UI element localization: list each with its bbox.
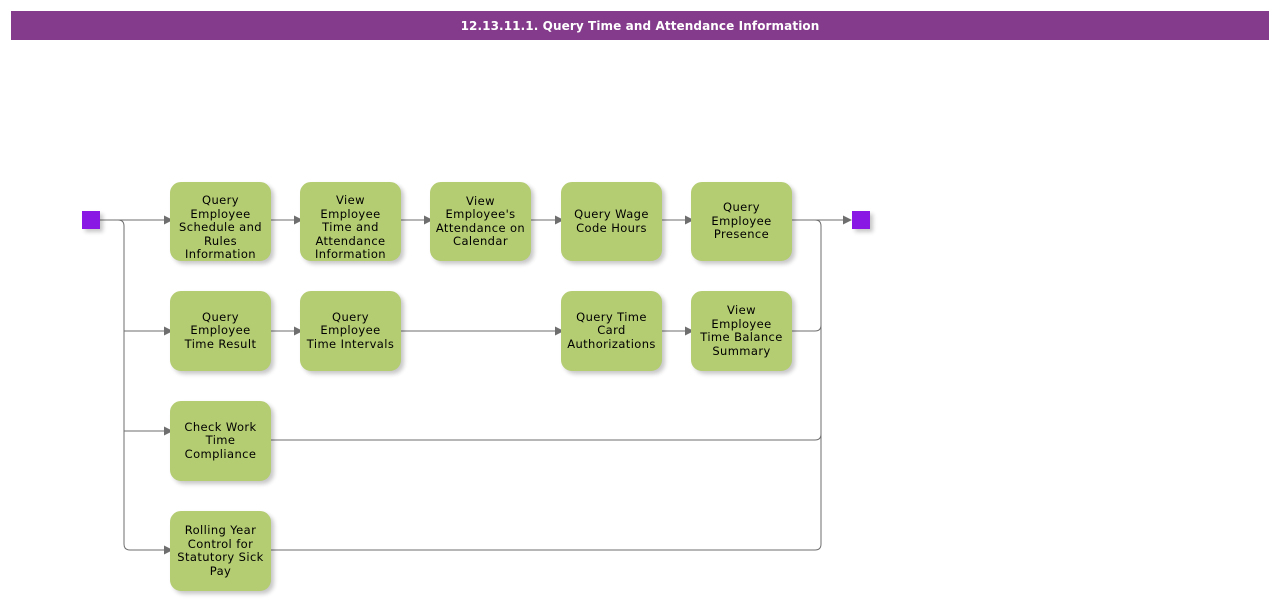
node-label: Query Time Card Authorizations xyxy=(567,309,656,351)
node-check-work-time-compliance[interactable]: Check Work Time Compliance xyxy=(170,401,271,481)
node-label: Rolling Year Control for Statutory Sick … xyxy=(177,523,264,578)
start-terminal[interactable] xyxy=(82,211,100,229)
node-query-employee-time-result[interactable]: Query Employee Time Result xyxy=(170,291,271,371)
wire-r3-to-merge xyxy=(271,433,822,441)
node-label: Query Employee Presence xyxy=(711,200,772,242)
node-query-employee-presence[interactable]: Query Employee Presence xyxy=(691,182,792,261)
node-label: View Employee Time and Attendance Inform… xyxy=(315,193,386,261)
node-label: Check Work Time Compliance xyxy=(184,419,257,461)
end-terminal[interactable] xyxy=(852,211,870,229)
node-query-employee-schedule-and-rules-information[interactable]: Query Employee Schedule and Rules Inform… xyxy=(170,182,271,261)
page-title: 12.13.11.1. Query Time and Attendance In… xyxy=(460,18,820,33)
node-query-employee-time-intervals[interactable]: Query Employee Time Intervals xyxy=(300,291,401,371)
node-query-time-card-authorizations[interactable]: Query Time Card Authorizations xyxy=(561,291,662,371)
wire-merge-corner-top xyxy=(814,219,822,227)
wire-r2-to-merge xyxy=(792,324,822,332)
node-label: View Employee Time Balance Summary xyxy=(700,303,783,358)
flowchart-canvas: 12.13.11.1. Query Time and Attendance In… xyxy=(0,0,1280,600)
node-view-employee-time-balance-summary[interactable]: View Employee Time Balance Summary xyxy=(691,291,792,371)
node-label: Query Wage Code Hours xyxy=(574,207,649,235)
node-query-wage-code-hours[interactable]: Query Wage Code Hours xyxy=(561,182,662,261)
wire-merge-column xyxy=(271,226,822,551)
node-view-employee-time-and-attendance-information[interactable]: View Employee Time and Attendance Inform… xyxy=(300,182,401,261)
node-label: Query Employee Time Result xyxy=(184,309,257,351)
node-view-employees-attendance-on-calendar[interactable]: View Employee's Attendance on Calendar xyxy=(430,182,531,261)
node-label: Query Employee Schedule and Rules Inform… xyxy=(179,193,262,261)
page-title-bar: 12.13.11.1. Query Time and Attendance In… xyxy=(11,11,1269,40)
node-label: View Employee's Attendance on Calendar xyxy=(435,193,526,248)
wire-branch-corner-top xyxy=(117,219,125,227)
wire-branch-stem-to-row4 xyxy=(123,226,164,551)
arrowhead-end xyxy=(843,215,852,225)
node-rolling-year-control-for-statutory-sick-pay[interactable]: Rolling Year Control for Statutory Sick … xyxy=(170,511,271,591)
node-label: Query Employee Time Intervals xyxy=(306,309,395,351)
